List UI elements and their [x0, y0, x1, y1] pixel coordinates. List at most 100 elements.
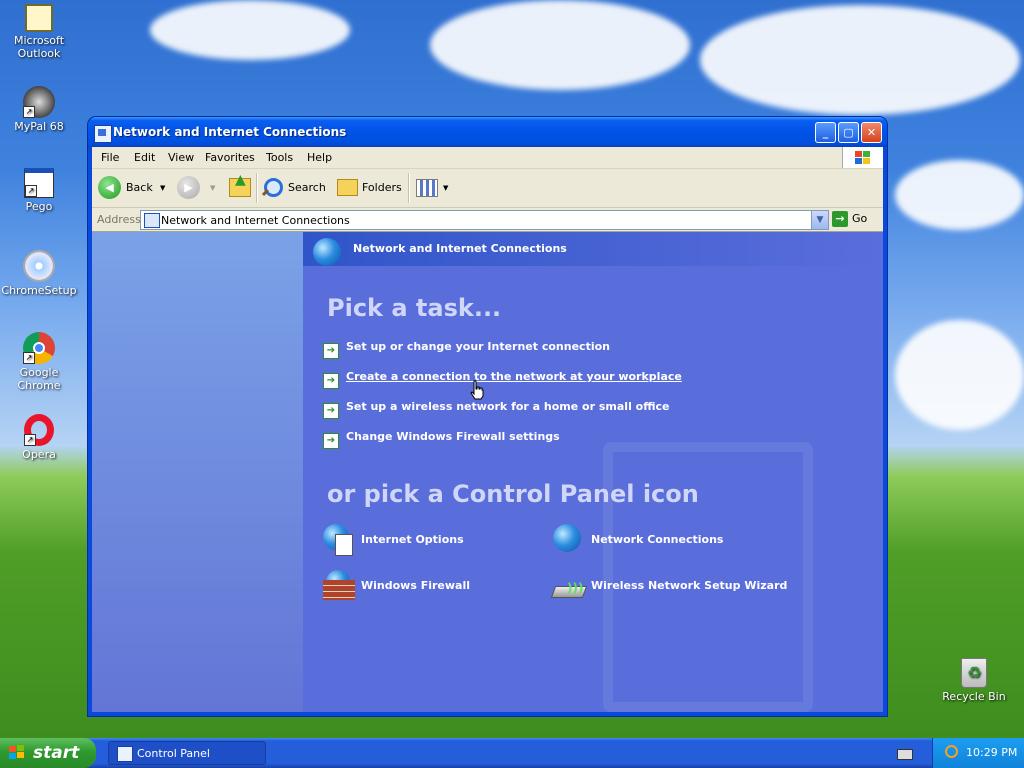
back-label: Back [126, 181, 153, 194]
address-bar: Address Network and Internet Connections… [92, 208, 883, 232]
control-panel-item-wireless-setup[interactable]: ))) Wireless Network Setup Wizard [550, 570, 788, 602]
category-title: Network and Internet Connections [353, 242, 567, 255]
task-arrow-icon: ➔ [323, 403, 339, 419]
desktop-icon-chromesetup[interactable]: ChromeSetup [0, 250, 78, 297]
chrome-icon: ↗ [23, 332, 55, 364]
chevron-down-icon[interactable]: ▼ [443, 175, 448, 201]
window-title: Network and Internet Connections [113, 125, 347, 139]
desktop-icon-recycle-bin[interactable]: ♻ Recycle Bin [935, 658, 1013, 703]
control-panel-icon [144, 213, 160, 228]
control-panel-item-network-connections[interactable]: Network Connections [553, 524, 723, 556]
toolbar: ◀ Back ▼ ▶ ▼ ▲ Search Folders ▼ [92, 169, 883, 208]
back-button[interactable]: ◀ Back ▼ [98, 175, 166, 201]
forward-button[interactable]: ▶ ▼ [177, 175, 217, 201]
desktop-icon-label: MyPal 68 [14, 120, 64, 133]
opera-icon: ↗ [24, 414, 54, 446]
up-folder-button[interactable]: ▲ [229, 172, 253, 201]
task-link[interactable]: ➔ Set up a wireless network for a home or… [323, 398, 670, 419]
task-label: Set up or change your Internet connectio… [346, 340, 610, 353]
menu-view[interactable]: View [168, 151, 194, 164]
task-pane [92, 232, 303, 712]
control-panel-item-label: Network Connections [591, 533, 724, 546]
desktop-icon-label: Opera [22, 448, 56, 461]
taskbar-button-label: Control Panel [137, 747, 210, 760]
taskbar-button-control-panel[interactable]: Control Panel [108, 741, 266, 765]
taskbar: start Control Panel 10:29 PM [0, 738, 1024, 768]
toolbar-separator [256, 173, 258, 203]
close-button[interactable]: ✕ [861, 122, 882, 143]
task-arrow-icon: ➔ [323, 433, 339, 449]
desktop-icon-pego[interactable]: ↗ Pego [0, 168, 78, 213]
search-button[interactable]: Search [261, 175, 328, 201]
cloud [895, 160, 1024, 230]
address-dropdown-button[interactable]: ▼ [811, 211, 828, 229]
minimize-button[interactable]: _ [815, 122, 836, 143]
menu-tools[interactable]: Tools [266, 151, 293, 164]
setup-cd-icon [23, 250, 55, 282]
address-input[interactable]: Network and Internet Connections ▼ [140, 210, 829, 230]
task-arrow-icon: ➔ [323, 343, 339, 359]
recycle-bin-icon: ♻ [961, 658, 987, 688]
pick-task-heading: Pick a task... [327, 294, 502, 322]
task-link[interactable]: ➔ Create a connection to the network at y… [323, 368, 682, 389]
wireless-setup-icon: ))) [550, 570, 588, 602]
desktop-icon-mypal[interactable]: ↗ MyPal 68 [0, 86, 78, 133]
clock: 10:29 PM [966, 746, 1018, 759]
control-panel-icon [117, 746, 133, 762]
toolbar-separator [408, 173, 410, 203]
up-arrow-icon: ▲ [235, 172, 246, 188]
category-header: Network and Internet Connections [303, 232, 883, 266]
title-bar[interactable]: Network and Internet Connections _ ▢ ✕ [88, 117, 887, 147]
desktop-icon-label: Pego [25, 200, 53, 213]
desktop-icon-label: Recycle Bin [942, 690, 1006, 703]
network-connections-icon [553, 524, 585, 556]
chevron-down-icon[interactable]: ▼ [160, 175, 165, 201]
control-panel-item-windows-firewall[interactable]: Windows Firewall [323, 570, 470, 602]
firewall-icon [323, 570, 355, 602]
chevron-down-icon[interactable]: ▼ [210, 175, 215, 201]
search-label: Search [288, 181, 326, 194]
search-icon[interactable] [945, 745, 958, 758]
task-link[interactable]: ➔ Change Windows Firewall settings [323, 428, 560, 449]
views-icon [416, 179, 438, 197]
cloud [700, 5, 1020, 115]
control-panel-item-internet-options[interactable]: Internet Options [323, 524, 464, 556]
category-content: Network and Internet Connections Pick a … [303, 232, 883, 712]
menu-help[interactable]: Help [307, 151, 332, 164]
task-label: Create a connection to the network at yo… [346, 370, 682, 383]
forward-arrow-icon: ▶ [177, 176, 200, 199]
folders-icon [337, 179, 358, 196]
network-globe-icon [313, 238, 341, 266]
system-tray: 10:29 PM [932, 738, 1024, 768]
task-arrow-icon: ➔ [323, 373, 339, 389]
folders-label: Folders [362, 181, 402, 194]
task-label: Set up a wireless network for a home or … [346, 400, 670, 413]
address-label: Address [97, 213, 141, 226]
menu-favorites[interactable]: Favorites [205, 151, 255, 164]
task-link[interactable]: ➔ Set up or change your Internet connecti… [323, 338, 610, 359]
desktop-icon-label: Microsoft Outlook [13, 34, 65, 60]
views-button[interactable]: ▼ [416, 175, 452, 201]
desktop-icon-opera[interactable]: ↗ Opera [0, 414, 78, 461]
control-panel-item-label: Wireless Network Setup Wizard [591, 579, 788, 592]
windows-logo-icon [842, 147, 883, 168]
control-panel-item-label: Internet Options [361, 533, 464, 546]
menu-bar: File Edit View Favorites Tools Help [92, 147, 883, 169]
keyboard-icon[interactable] [897, 749, 913, 760]
search-icon [264, 178, 283, 197]
desktop-icon-google-chrome[interactable]: ↗ Google Chrome [0, 332, 78, 392]
control-panel-window: Network and Internet Connections _ ▢ ✕ F… [88, 117, 887, 716]
go-label: Go [852, 212, 868, 225]
start-button[interactable]: start [0, 738, 96, 768]
go-button[interactable]: → Go [832, 211, 867, 227]
pick-icon-heading: or pick a Control Panel icon [327, 480, 699, 508]
folders-button[interactable]: Folders [335, 175, 403, 201]
outlook-icon [25, 4, 53, 32]
menu-edit[interactable]: Edit [134, 151, 155, 164]
windows-flag-icon [9, 745, 24, 759]
control-panel-item-label: Windows Firewall [361, 579, 471, 592]
desktop-icon-outlook[interactable]: Microsoft Outlook [0, 4, 78, 60]
menu-file[interactable]: File [101, 151, 119, 164]
desktop-icon-label: Google Chrome [17, 366, 61, 392]
maximize-button[interactable]: ▢ [838, 122, 859, 143]
